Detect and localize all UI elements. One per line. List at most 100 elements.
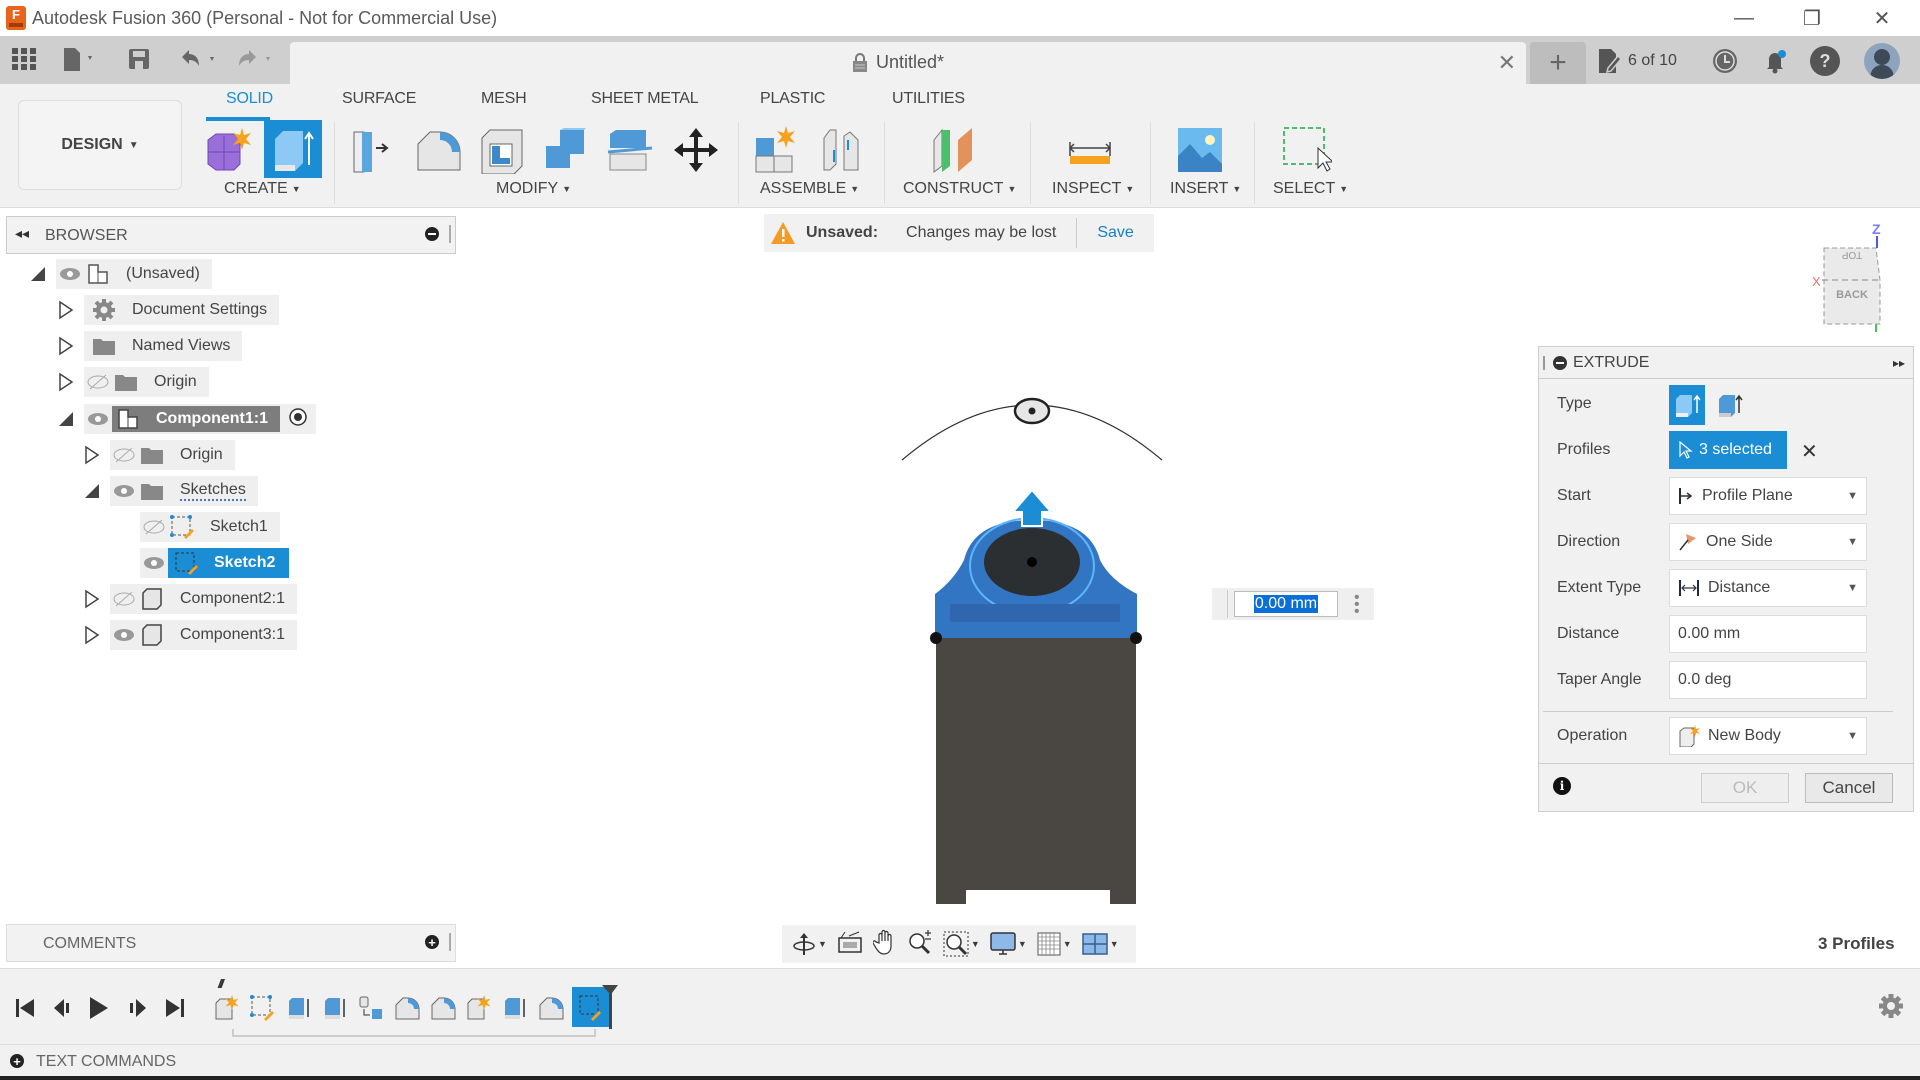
notifications-button[interactable] [1760, 46, 1790, 76]
user-avatar[interactable] [1864, 43, 1900, 79]
more-options-icon[interactable]: • • • [1354, 589, 1360, 619]
expand-text-commands-icon[interactable]: + [10, 1054, 24, 1068]
collapse-arrow-icon[interactable] [28, 264, 48, 284]
redo-button[interactable] [236, 44, 276, 74]
expand-dialog-icon[interactable]: ▸▸ [1893, 356, 1905, 370]
collapse-dialog-icon[interactable] [1553, 355, 1567, 370]
tab-utilities[interactable]: UTILITIES [892, 90, 965, 108]
go-to-end-button[interactable] [164, 997, 186, 1024]
collapse-browser-icon[interactable]: ◂◂ [15, 225, 29, 242]
data-panel-button[interactable] [12, 44, 36, 74]
tree-item-component1[interactable]: Component1:1 [56, 404, 316, 434]
visibility-eye-icon[interactable] [140, 556, 168, 570]
tree-item-sketch1[interactable]: Sketch1 [140, 512, 280, 542]
tab-sheet-metal[interactable]: SHEET METAL [591, 90, 699, 108]
step-back-button[interactable] [52, 997, 74, 1024]
info-icon[interactable]: i [1553, 777, 1571, 795]
timeline-feature-extrude[interactable] [284, 993, 314, 1023]
pan-button[interactable] [872, 929, 897, 960]
drag-handle[interactable] [1543, 355, 1545, 370]
step-forward-button[interactable] [126, 997, 148, 1024]
timeline-feature-component[interactable] [464, 993, 494, 1023]
rotation-handle[interactable] [1013, 397, 1051, 425]
tree-item-component2[interactable]: Component2:1 [82, 584, 297, 614]
create-component-button[interactable] [202, 124, 254, 176]
expand-arrow-icon[interactable] [82, 589, 102, 609]
activate-component-radio[interactable] [288, 407, 308, 432]
fillet-button[interactable] [412, 124, 464, 176]
tree-item-document-settings[interactable]: Document Settings [56, 295, 280, 325]
distance-input[interactable]: 0.00 mm [1669, 615, 1867, 653]
visibility-eye-icon[interactable] [56, 267, 84, 281]
add-comment-icon[interactable]: + [425, 935, 439, 949]
tab-solid[interactable]: SOLID [226, 90, 273, 108]
timeline-feature-extrude[interactable] [500, 993, 530, 1023]
help-button[interactable]: ? [1810, 46, 1840, 76]
timeline-feature-sketch[interactable] [248, 993, 278, 1023]
job-status-button[interactable]: 6 of 10 [1598, 48, 1677, 74]
type-thin-button[interactable] [1711, 385, 1747, 425]
model-viewport[interactable] [880, 380, 1180, 920]
tree-item-sketches[interactable]: Sketches [82, 476, 258, 506]
tree-item-origin[interactable]: Origin [56, 367, 209, 397]
timeline-feature-fillet[interactable] [428, 993, 458, 1023]
panel-resize-handle[interactable] [449, 933, 451, 951]
timeline-marker[interactable] [600, 983, 620, 1038]
tree-item-root[interactable]: (Unsaved) [28, 259, 212, 289]
select-menu[interactable]: SELECT ▼ [1273, 180, 1348, 198]
minimize-button[interactable]: — [1714, 0, 1774, 36]
timeline-feature-extrude[interactable] [320, 993, 350, 1023]
new-component-button[interactable] [752, 124, 804, 176]
go-to-start-button[interactable] [14, 997, 36, 1024]
extrude-button[interactable] [264, 120, 322, 178]
move-copy-button[interactable] [670, 124, 722, 176]
expand-arrow-icon[interactable] [56, 372, 76, 392]
fit-button[interactable]: ▼ [943, 931, 980, 957]
panel-resize-handle[interactable] [449, 225, 451, 243]
timeline-feature-fillet[interactable] [392, 993, 422, 1023]
tree-item-sketch2[interactable]: Sketch2 [140, 548, 290, 578]
visibility-hidden-icon[interactable] [84, 374, 112, 390]
save-button[interactable] [128, 44, 150, 74]
tab-mesh[interactable]: MESH [481, 90, 527, 108]
visibility-eye-icon[interactable] [84, 412, 112, 426]
distance-input-field[interactable]: 0.00 mm [1234, 591, 1338, 617]
undo-button[interactable] [178, 44, 218, 74]
combine-button[interactable] [540, 124, 592, 176]
expand-arrow-icon[interactable] [82, 625, 102, 645]
shell-button[interactable] [476, 124, 528, 176]
measure-button[interactable] [1064, 124, 1116, 176]
tree-item-component3[interactable]: Component3:1 [82, 620, 297, 650]
split-face-button[interactable] [604, 124, 656, 176]
close-document-button[interactable]: ✕ [1498, 50, 1516, 76]
offset-plane-button[interactable] [928, 124, 980, 176]
joint-button[interactable] [816, 124, 868, 176]
expand-arrow-icon[interactable] [56, 300, 76, 320]
timeline-settings-button[interactable] [1878, 993, 1904, 1024]
text-commands-title[interactable]: TEXT COMMANDS [36, 1053, 176, 1071]
construct-menu[interactable]: CONSTRUCT ▼ [903, 180, 1016, 198]
recent-button[interactable] [1710, 46, 1740, 76]
collapse-arrow-icon[interactable] [82, 481, 102, 501]
taper-angle-input[interactable]: 0.0 deg [1669, 661, 1867, 699]
timeline-feature-move[interactable] [356, 993, 386, 1023]
grid-settings-button[interactable]: ▼ [1037, 932, 1072, 956]
new-tab-button[interactable]: + [1530, 42, 1586, 84]
tab-plastic[interactable]: PLASTIC [760, 90, 825, 108]
insert-canvas-button[interactable] [1174, 124, 1226, 176]
drag-handle[interactable] [1216, 590, 1228, 618]
insert-menu[interactable]: INSERT ▼ [1170, 180, 1241, 198]
visibility-eye-icon[interactable] [110, 484, 138, 498]
select-button[interactable] [1280, 124, 1332, 176]
timeline-feature-fillet[interactable] [536, 993, 566, 1023]
expand-arrow-icon[interactable] [82, 445, 102, 465]
collapse-arrow-icon[interactable] [56, 409, 76, 429]
workspace-switcher[interactable]: DESIGN ▼ [18, 100, 182, 190]
assemble-menu[interactable]: ASSEMBLE ▼ [760, 180, 859, 198]
ok-button[interactable]: OK [1701, 773, 1789, 803]
type-solid-button[interactable] [1669, 385, 1705, 425]
extent-type-dropdown[interactable]: Distance ▼ [1669, 569, 1867, 607]
viewcube[interactable]: Z TOP BACK X [1800, 216, 1910, 336]
modify-menu[interactable]: MODIFY ▼ [496, 180, 571, 198]
profiles-selector[interactable]: 3 selected [1669, 431, 1787, 469]
